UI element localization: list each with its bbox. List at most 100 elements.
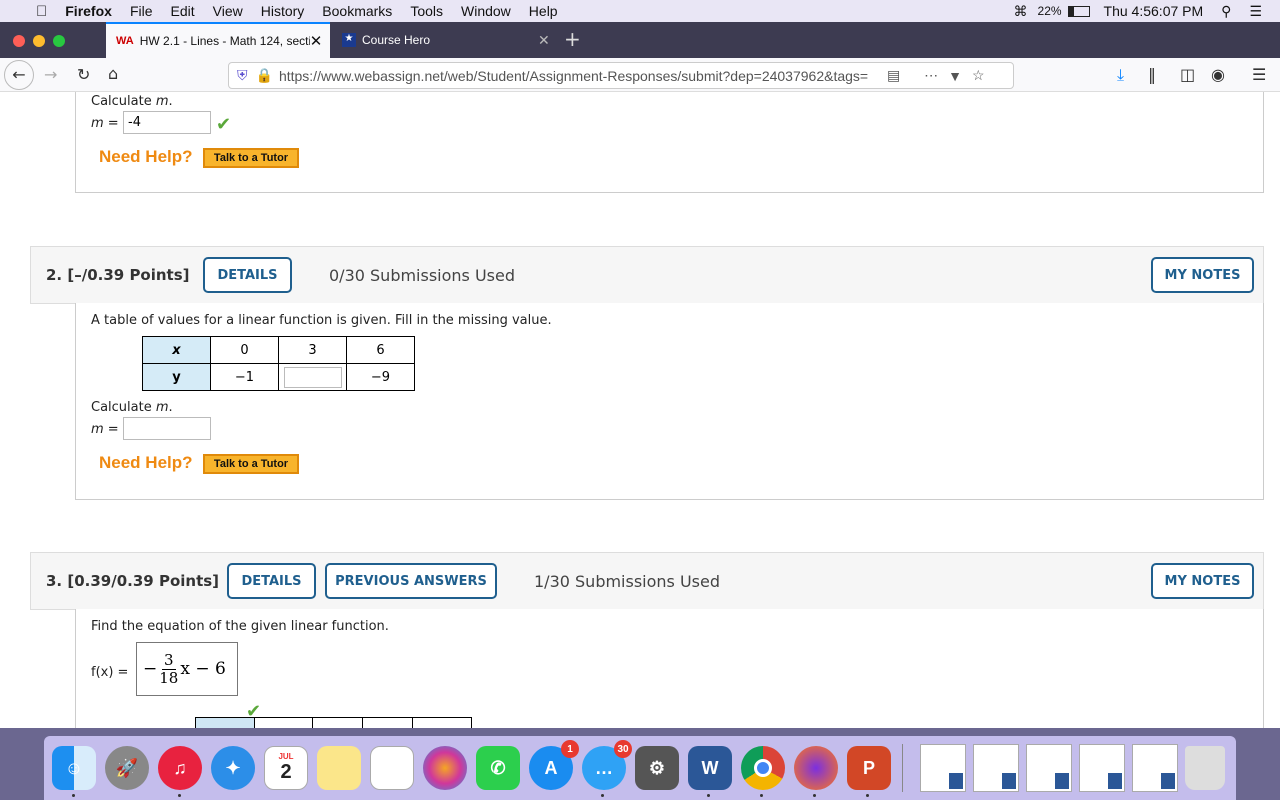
question-2-header: 2. [–/0.39 Points] DETAILS 0/30 Submissi… [30, 246, 1264, 304]
library-icon[interactable]: ‖ [1148, 65, 1156, 84]
q1-m-label: m = [91, 116, 119, 131]
menu-help[interactable]: Help [529, 3, 558, 19]
menu-file[interactable]: File [130, 3, 153, 19]
q3-my-notes-button[interactable]: MY NOTES [1151, 563, 1254, 599]
y-header: y [142, 363, 211, 391]
calendar-icon[interactable]: JUL 2 [264, 746, 308, 790]
facetime-icon[interactable]: ✆ [476, 746, 520, 790]
document-thumbnail[interactable] [1079, 744, 1125, 792]
apple-icon[interactable]:  [36, 3, 47, 20]
tab-course-hero[interactable]: ★ Course Hero ✕ [332, 22, 556, 58]
q2-details-button[interactable]: DETAILS [203, 257, 292, 293]
wifi-icon[interactable]: ⌘ [1014, 3, 1028, 20]
reminders-icon[interactable] [370, 746, 414, 790]
powerpoint-icon[interactable]: P [847, 746, 891, 790]
menu-edit[interactable]: Edit [171, 3, 195, 19]
battery-percent: 22% [1037, 4, 1062, 18]
menu-view[interactable]: View [213, 3, 243, 19]
photos-icon[interactable] [423, 746, 467, 790]
bookmark-star-icon[interactable]: ☆ [972, 67, 985, 84]
q2-talk-to-tutor-button[interactable]: Talk to a Tutor [203, 454, 299, 474]
close-tab-icon[interactable]: ✕ [538, 32, 550, 49]
finder-icon[interactable]: ☺ [52, 746, 96, 790]
url-text[interactable]: https://www.webassign.net/web/Student/As… [279, 68, 879, 84]
fraction-numerator: 3 [162, 650, 176, 670]
q2-m-input[interactable] [123, 417, 211, 440]
q3-f-label: f(x) = [91, 665, 129, 680]
y-cell: −1 [210, 363, 279, 391]
document-thumbnail[interactable] [1026, 744, 1072, 792]
back-button[interactable]: ← [4, 60, 34, 90]
q3-answer-box[interactable]: − 3 18 x − 6 [136, 642, 238, 696]
q1-calculate-label: Calculate m. [91, 94, 173, 109]
safari-icon[interactable]: ✦ [211, 746, 255, 790]
chrome-icon[interactable] [741, 746, 785, 790]
app-store-badge: 1 [561, 740, 579, 758]
document-thumbnail[interactable] [973, 744, 1019, 792]
q2-my-notes-button[interactable]: MY NOTES [1151, 257, 1254, 293]
document-thumbnail[interactable] [1132, 744, 1178, 792]
q3-table-partial [195, 717, 472, 728]
running-indicator [601, 794, 604, 797]
menu-bookmarks[interactable]: Bookmarks [322, 3, 392, 19]
system-preferences-icon[interactable]: ⚙ [635, 746, 679, 790]
messages-badge: 30 [614, 740, 632, 758]
missing-value-input[interactable] [283, 366, 342, 388]
fraction-denominator: 18 [159, 668, 179, 687]
q2-m-label: m = [91, 422, 119, 437]
q3-points: 3. [0.39/0.39 Points] [46, 572, 220, 590]
answer-fraction: 3 18 [159, 650, 179, 687]
music-icon[interactable]: ♫ [158, 746, 202, 790]
reload-button[interactable]: ↻ [77, 65, 90, 84]
zoom-window-button[interactable] [53, 35, 65, 47]
minimize-window-button[interactable] [33, 35, 45, 47]
downloads-icon[interactable]: ⤓ [1117, 65, 1124, 85]
question-3-body: Find the equation of the given linear fu… [75, 609, 1264, 728]
q3-details-button[interactable]: DETAILS [227, 563, 316, 599]
app-store-icon[interactable]: A1 [529, 740, 579, 790]
lock-icon[interactable]: 🔒 [256, 67, 273, 84]
question-1-body: Calculate m. m = -4 ✔ Need Help? Talk to… [75, 92, 1264, 193]
document-thumbnail[interactable] [920, 744, 966, 792]
q3-prompt: Find the equation of the given linear fu… [91, 619, 389, 634]
close-tab-icon[interactable]: ✕ [310, 32, 323, 50]
q2-need-help: Need Help? [99, 453, 193, 472]
spotlight-icon[interactable]: ⚲ [1221, 3, 1231, 20]
question-3-header: 3. [0.39/0.39 Points] DETAILS PREVIOUS A… [30, 552, 1264, 610]
close-window-button[interactable] [13, 35, 25, 47]
new-tab-button[interactable]: + [564, 27, 581, 51]
messages-icon[interactable]: … 30 [582, 740, 632, 790]
clock[interactable]: Thu 4:56:07 PM [1104, 3, 1204, 19]
menu-window[interactable]: Window [461, 3, 511, 19]
answer-rest: x − 6 [180, 659, 226, 679]
trash-icon[interactable] [1185, 746, 1225, 790]
firefox-icon[interactable] [794, 746, 838, 790]
menu-tools[interactable]: Tools [410, 3, 443, 19]
menu-history[interactable]: History [261, 3, 305, 19]
running-indicator [813, 794, 816, 797]
tracking-shield-icon[interactable]: ⛨ [237, 67, 248, 84]
q3-previous-answers-button[interactable]: PREVIOUS ANSWERS [325, 563, 497, 599]
app-menu-icon[interactable]: ☰ [1252, 65, 1266, 84]
notification-center-icon[interactable]: ☰ [1249, 3, 1262, 20]
sidebar-icon[interactable]: ◫ [1180, 65, 1195, 84]
reader-view-icon[interactable]: ▤ [887, 67, 900, 84]
q1-talk-to-tutor-button[interactable]: Talk to a Tutor [203, 148, 299, 168]
forward-button[interactable]: → [44, 65, 57, 84]
pocket-icon[interactable]: ▼ [948, 68, 962, 84]
q1-m-input[interactable]: -4 [123, 111, 211, 134]
notes-icon[interactable] [317, 746, 361, 790]
launchpad-icon[interactable]: 🚀 [105, 746, 149, 790]
word-icon[interactable]: W [688, 746, 732, 790]
answer-sign: − [143, 659, 158, 679]
page-actions-icon[interactable]: ⋯ [924, 67, 938, 84]
tab-webassign[interactable]: WA HW 2.1 - Lines - Math 124, sectio ✕ [106, 22, 330, 58]
tab-label: HW 2.1 - Lines - Math 124, sectio [139, 34, 310, 48]
account-icon[interactable]: ◉ [1211, 65, 1225, 84]
battery-icon[interactable] [1067, 5, 1090, 17]
running-indicator [866, 794, 869, 797]
menu-app-name[interactable]: Firefox [65, 3, 112, 19]
home-button[interactable]: ⌂ [108, 64, 118, 83]
x-cell: 6 [346, 336, 415, 364]
url-bar[interactable]: ⛨ 🔒 https://www.webassign.net/web/Studen… [228, 62, 1014, 89]
